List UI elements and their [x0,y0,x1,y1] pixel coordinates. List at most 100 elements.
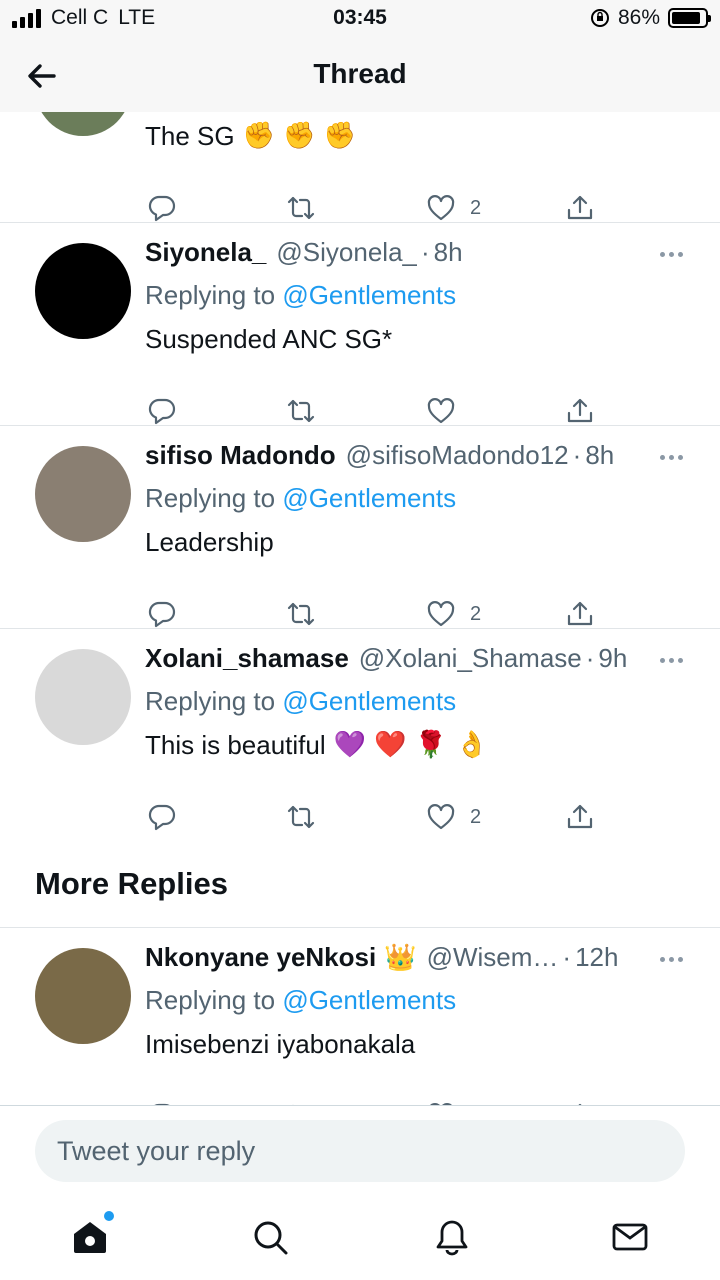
tweet-text: This is beautiful 💜 ❤️ 🌹 👌 [145,721,690,769]
status-bar: Cell C LTE 03:45 86% [0,0,720,40]
heart-icon [427,195,455,221]
like-count: 2 [470,196,482,219]
reply-button[interactable] [147,1098,177,1105]
display-name[interactable]: sifiso Madondo [145,440,336,471]
tweet-meta: Siyonela_ @Siyonela_ · 8h [145,237,690,275]
ellipsis-icon[interactable] [660,249,690,259]
ellipsis-icon[interactable] [660,452,690,462]
tweet-row[interactable]: Replying to @GentlementsThe SG✊ ✊ ✊ 2 [0,112,720,223]
status-right: 86% [590,6,711,30]
meta-separator: · [572,440,582,470]
tweet-row[interactable]: Xolani_shamase @Xolani_Shamase · 9h Replying… [0,629,720,832]
display-name[interactable]: Xolani_shamase [145,643,349,674]
reply-button[interactable] [147,190,177,226]
tab-messages[interactable] [610,1217,654,1261]
bell-icon [436,1220,468,1256]
meta-separator: · [421,237,430,267]
tweet-body: Xolani_shamase @Xolani_Shamase · 9h Replying… [145,643,690,769]
like-button[interactable] [426,393,456,429]
tweet-time: 8h [585,440,615,470]
tab-search[interactable] [250,1217,294,1261]
mention-link[interactable]: @Gentlements [282,280,456,310]
tweet-text: Imisebenzi iyabonakala [145,1020,690,1068]
replying-to: Replying to @Gentlements [145,681,690,721]
tweet-meta: Xolani_shamase @Xolani_Shamase · 9h [145,643,690,681]
share-button[interactable] [565,1098,595,1105]
avatar[interactable] [35,446,131,542]
tweet-row[interactable]: sifiso Madondo @sifisoMadondo12 · 8h Replyin… [0,426,720,629]
reply-input[interactable] [35,1120,685,1182]
tweet-meta: sifiso Madondo @sifisoMadondo12 · 8h [145,440,690,478]
replying-prefix: Replying to [145,280,276,310]
mention-link[interactable]: @Gentlements [282,686,456,716]
battery-percent: 86% [617,6,660,29]
replying-prefix: Replying to [145,483,276,513]
tweet-row[interactable]: Siyonela_ @Siyonela_ · 8h Replying to @Gentl… [0,223,720,426]
retweet-button[interactable] [286,799,316,835]
user-handle[interactable]: @Wisem… [427,942,559,973]
replying-to: Replying to @Gentlements [145,275,690,315]
tweet-text-content: This is beautiful [145,730,326,760]
display-name[interactable]: Siyonela_ [145,237,266,268]
tweet-actions: 1 [0,1098,720,1105]
mention-link[interactable]: @Gentlements [282,985,456,1015]
share-button[interactable] [565,596,595,632]
tweet-time: 8h [433,237,463,267]
like-button[interactable]: 1 [426,1098,481,1105]
ellipsis-icon[interactable] [660,655,690,665]
meta-separator: · [562,942,572,972]
reply-button[interactable] [147,393,177,429]
heart-icon [427,398,455,424]
replying-prefix: Replying to [145,985,276,1015]
share-button[interactable] [565,799,595,835]
like-button[interactable]: 2 [426,190,481,226]
avatar[interactable] [35,649,131,745]
reply-composer [0,1105,720,1195]
like-count: 2 [470,602,482,625]
retweet-button[interactable] [286,393,316,429]
tab-home[interactable] [70,1211,114,1261]
meta-separator: · [585,643,595,673]
retweet-button[interactable] [286,1098,316,1105]
reply-bubble-icon [148,398,176,425]
heart-icon [427,804,455,830]
search-icon [254,1221,288,1255]
retweet-button[interactable] [286,190,316,226]
tweet-row[interactable]: Nkonyane yeNkosi 👑 @Wisem… · 12h Replying to … [0,928,720,1105]
battery-fill [672,12,700,24]
thread-feed[interactable]: Replying to @GentlementsThe SG✊ ✊ ✊2 Siyo… [0,112,720,1105]
user-handle[interactable]: @sifisoMadondo12 [346,440,569,471]
tab-notifications[interactable] [432,1217,476,1261]
user-handle[interactable]: @Xolani_Shamase [359,643,582,674]
replying-to: Replying to @Gentlements [145,478,690,518]
user-handle[interactable]: @Siyonela_ [276,237,417,268]
avatar[interactable] [35,243,131,339]
home-icon [74,1222,106,1253]
avatar[interactable] [35,112,131,136]
share-button[interactable] [565,393,595,429]
like-button[interactable]: 2 [426,799,481,835]
retweet-button[interactable] [286,596,316,632]
retweet-icon [287,196,315,220]
like-button[interactable]: 2 [426,596,481,632]
tweet-emoji: 💜 ❤️ 🌹 👌 [333,730,488,760]
tweet-text-content: The SG [145,121,235,151]
retweet-icon [287,602,315,626]
reply-button[interactable] [147,596,177,632]
avatar[interactable] [35,948,131,1044]
heart-icon [427,601,455,627]
feed-content: Replying to @GentlementsThe SG✊ ✊ ✊2 Siyo… [0,112,720,1105]
share-icon [567,601,593,626]
reply-button[interactable] [147,799,177,835]
section-title: More Replies [35,866,228,901]
tweet-text: Suspended ANC SG* [145,315,690,363]
share-icon [567,398,593,423]
mention-link[interactable]: @Gentlements [282,483,456,513]
retweet-icon [287,399,315,423]
reply-bubble-icon [148,804,176,831]
share-button[interactable] [565,190,595,226]
display-name[interactable]: Nkonyane yeNkosi [145,942,376,973]
ellipsis-icon[interactable] [660,954,690,964]
tweet-text-content: Leadership [145,527,274,557]
home-notification-dot [104,1211,114,1221]
